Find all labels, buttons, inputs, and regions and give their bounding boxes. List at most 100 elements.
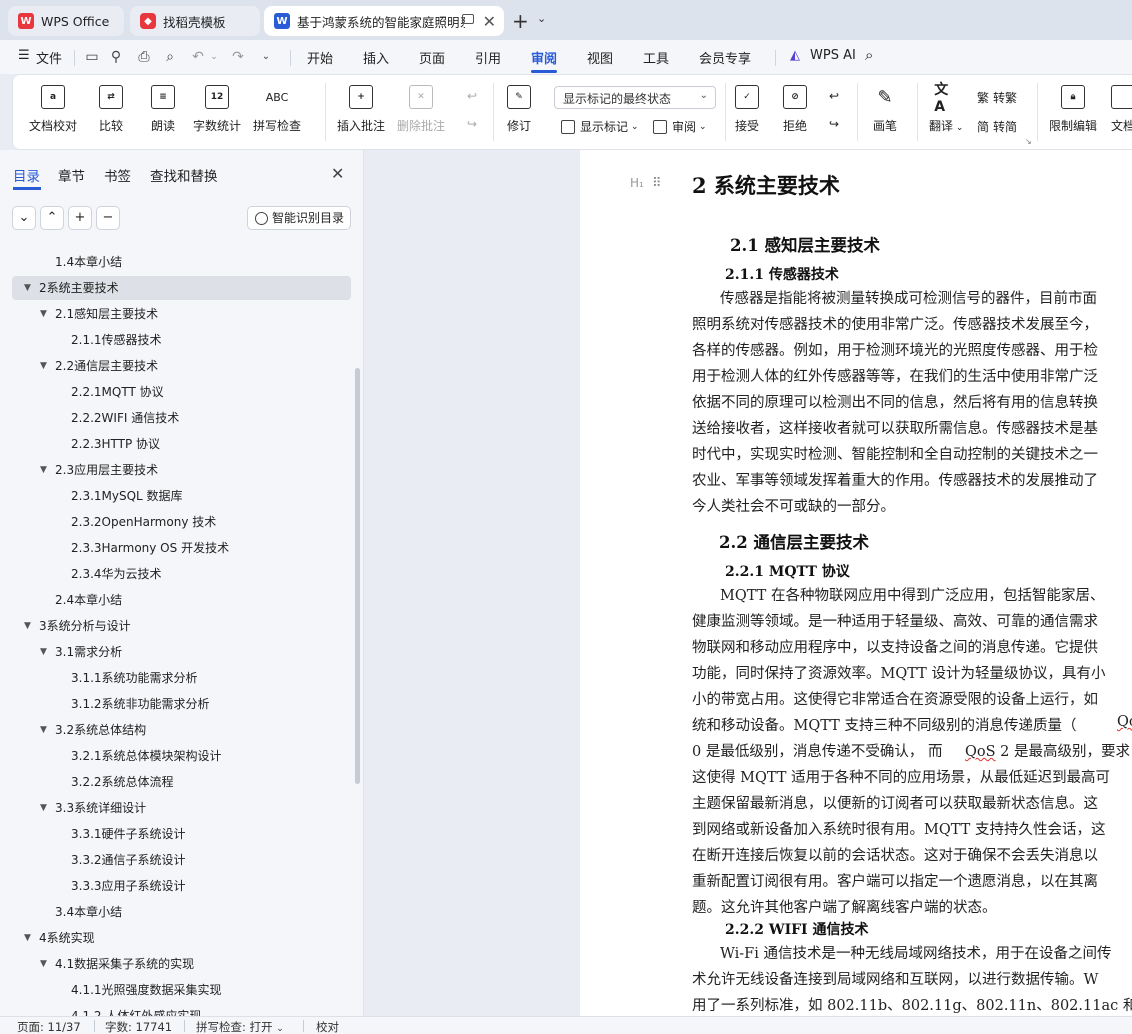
toc-item[interactable]: 2.3.1MySQL 数据库 (0, 484, 350, 508)
tab-document[interactable]: W 基于鸿蒙系统的智能家庭照明系 ✕ (264, 6, 504, 36)
pen-button[interactable]: ✎ 画笔 (873, 85, 897, 134)
toc-item[interactable]: 4.1.1光照强度数据采集实现 (0, 978, 350, 1002)
prev-comment-icon[interactable]: ↩ (467, 89, 477, 103)
collapse-arrow-icon[interactable]: ▼ (40, 458, 47, 482)
proofread-indicator[interactable]: 校对 (316, 1019, 339, 1034)
spell-check-button[interactable]: ABC 拼写检查 (253, 85, 301, 134)
toc-item[interactable]: 2.2.1MQTT 协议 (0, 380, 350, 404)
toc-item[interactable]: ▼ 3.1需求分析 (0, 640, 350, 664)
show-markup-button[interactable]: 显示标记 ⌄ (561, 118, 639, 135)
share-icon[interactable]: ⚲ (108, 49, 124, 65)
print-preview-icon[interactable]: ⌕ (162, 49, 178, 65)
wps-ai-icon[interactable]: ◭ (790, 48, 800, 63)
collapse-arrow-icon[interactable]: ▼ (24, 926, 31, 950)
toc-item[interactable]: 2.2.3HTTP 协议 (0, 432, 350, 456)
prev-change-icon[interactable]: ↩ (829, 89, 839, 103)
tab-toc[interactable]: 目录 (13, 165, 40, 185)
menu-view[interactable]: 视图 (587, 48, 613, 67)
translate-button[interactable]: 文A 翻译 ⌄ (929, 82, 963, 134)
print-icon[interactable]: ⎙ (136, 49, 152, 65)
drag-handle-icon[interactable]: ⠿ (652, 176, 661, 191)
menu-wps-ai[interactable]: WPS AI (810, 48, 856, 63)
menu-member[interactable]: 会员专享 (699, 48, 751, 67)
to-traditional-button[interactable]: 繁 转繁 (977, 89, 1017, 106)
smart-toc-button[interactable]: 智能识别目录 (247, 206, 351, 230)
expand-down-button[interactable]: ⌄ (12, 206, 36, 230)
tab-bookmarks[interactable]: 书签 (104, 165, 131, 185)
toc-item[interactable]: ▼ 3.3系统详细设计 (0, 796, 350, 820)
collapse-arrow-icon[interactable]: ▼ (24, 614, 31, 638)
next-change-icon[interactable]: ↪ (829, 117, 839, 131)
toc-item[interactable]: 2.2.2WIFI 通信技术 (0, 406, 350, 430)
to-simplified-button[interactable]: 简 转简 (977, 118, 1017, 135)
toc-item[interactable]: ▼ 2.1感知层主要技术 (0, 302, 350, 326)
reject-button[interactable]: ⊘ 拒绝 (783, 85, 807, 134)
toc-scrollbar[interactable] (355, 368, 360, 784)
doc-permission-button[interactable]: 文档 (1111, 85, 1132, 134)
toc-item[interactable]: ▼ 3.2系统总体结构 (0, 718, 350, 742)
collapse-arrow-icon[interactable]: ▼ (40, 354, 47, 378)
word-count-button[interactable]: 12 字数统计 (193, 85, 241, 134)
menu-page[interactable]: 页面 (419, 48, 445, 67)
collapse-arrow-icon[interactable]: ▼ (40, 952, 47, 976)
undo-icon[interactable]: ↶ (190, 49, 206, 65)
insert-comment-button[interactable]: + 插入批注 (337, 85, 385, 134)
close-tab-icon[interactable]: ✕ (483, 12, 496, 31)
redo-icon[interactable]: ↷ (230, 49, 246, 65)
toc-item[interactable]: 3.4本章小结 (0, 900, 350, 924)
toc-item[interactable]: 2.3.2OpenHarmony 技术 (0, 510, 350, 534)
toc-item[interactable]: 3.3.2通信子系统设计 (0, 848, 350, 872)
toc-item[interactable]: 1.4本章小结 (0, 250, 350, 274)
doc-check-button[interactable]: a 文档校对 (29, 85, 77, 134)
tab-chapters[interactable]: 章节 (58, 165, 85, 185)
collapse-arrow-icon[interactable]: ▼ (40, 796, 47, 820)
toc-item[interactable]: ▼ 4系统实现 (0, 926, 350, 950)
collapse-arrow-icon[interactable]: ▼ (40, 302, 47, 326)
spell-check-indicator[interactable]: 拼写检查: 打开 ⌄ (196, 1019, 284, 1034)
compare-button[interactable]: ⇄ 比较 (99, 85, 123, 134)
toc-item[interactable]: ▼ 2.2通信层主要技术 (0, 354, 350, 378)
collapse-arrow-icon[interactable]: ▼ (40, 718, 47, 742)
expand-group-icon[interactable]: ↘ (1025, 137, 1032, 146)
toc-item[interactable]: 4.1.2 人体红外感应实现 (0, 1004, 350, 1016)
toc-item[interactable]: ▼ 3系统分析与设计 (0, 614, 350, 638)
menu-references[interactable]: 引用 (475, 48, 501, 67)
toc-item[interactable]: 3.1.1系统功能需求分析 (0, 666, 350, 690)
word-count-indicator[interactable]: 字数: 17741 (105, 1019, 172, 1034)
save-icon[interactable]: ▭ (84, 49, 100, 65)
toc-item[interactable]: 2.4本章小结 (0, 588, 350, 612)
read-aloud-button[interactable]: ≡ 朗读 (151, 85, 175, 134)
next-comment-icon[interactable]: ↪ (467, 117, 477, 131)
tab-find-replace[interactable]: 查找和替换 (150, 165, 218, 185)
toc-item[interactable]: ▼ 4.1数据采集子系统的实现 (0, 952, 350, 976)
new-tab-icon[interactable]: + (512, 9, 529, 33)
toc-item[interactable]: 3.3.3应用子系统设计 (0, 874, 350, 898)
search-icon[interactable]: ⌕ (865, 46, 873, 64)
toc-item[interactable]: 3.2.1系统总体模块架构设计 (0, 744, 350, 768)
markup-mode-select[interactable]: 显示标记的最终状态 ⌄ (554, 86, 716, 109)
revise-button[interactable]: ✎ 修订 (507, 85, 531, 134)
menu-review[interactable]: 审阅 (531, 48, 557, 67)
menu-home[interactable]: 开始 (307, 48, 333, 67)
collapse-arrow-icon[interactable]: ▼ (24, 276, 31, 300)
page-indicator[interactable]: 页面: 11/37 (17, 1019, 81, 1034)
add-heading-button[interactable]: + (68, 206, 92, 230)
toc-item[interactable]: 2.1.1传感器技术 (0, 328, 350, 352)
toc-item[interactable]: ▼ 2系统主要技术 (0, 276, 350, 300)
chevron-down-icon[interactable]: ⌄ (258, 49, 274, 65)
toc-item[interactable]: 2.3.3Harmony OS 开发技术 (0, 536, 350, 560)
restrict-edit-button[interactable]: 🔒︎ 限制编辑 (1049, 85, 1097, 134)
hamburger-icon[interactable]: ☰ (18, 48, 30, 63)
menu-tools[interactable]: 工具 (643, 48, 669, 67)
review-pane-button[interactable]: 审阅 ⌄ (653, 118, 707, 135)
collapse-arrow-icon[interactable]: ▼ (40, 640, 47, 664)
collapse-up-button[interactable]: ⌃ (40, 206, 64, 230)
toc-item[interactable]: 3.2.2系统总体流程 (0, 770, 350, 794)
chevron-down-icon[interactable]: ⌄ (537, 12, 546, 25)
tab-daoke-templates[interactable]: ◆ 找稻壳模板 (130, 6, 260, 36)
close-pane-icon[interactable]: ✕ (331, 164, 344, 183)
delete-comment-button[interactable]: ✕ 删除批注 (397, 85, 445, 134)
toc-item[interactable]: ▼ 2.3应用层主要技术 (0, 458, 350, 482)
window-icon[interactable] (462, 14, 474, 24)
toc-item[interactable]: 3.3.1硬件子系统设计 (0, 822, 350, 846)
